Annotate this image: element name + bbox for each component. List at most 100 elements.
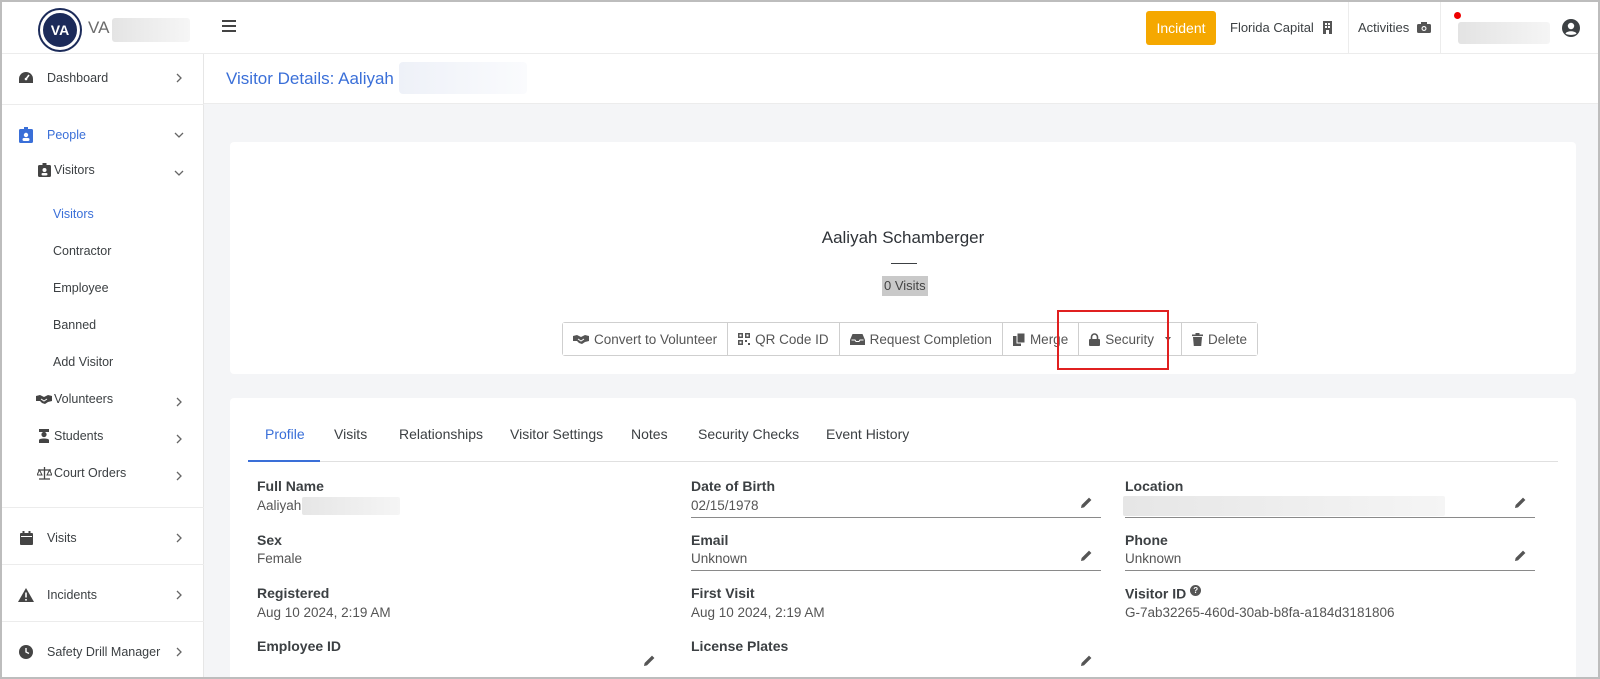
camera-icon [1417,22,1432,33]
sidebar-item-employee[interactable]: Employee [53,281,109,295]
chevron-down-icon [174,170,184,176]
warning-icon [18,587,34,603]
visits-count-badge: 0 Visits [882,276,928,296]
sidebar-item-dashboard[interactable]: Dashboard [2,60,204,96]
activities-link[interactable]: Activities [1358,20,1432,35]
sidebar-item-label: Students [54,429,104,443]
sidebar-item-volunteers[interactable]: Volunteers [2,381,204,417]
phone-value[interactable]: Unknown [1125,551,1181,566]
chevron-right-icon [176,73,182,83]
sex-value: Female [257,551,303,566]
sidebar-item-banned[interactable]: Banned [53,318,96,332]
scale-icon [36,465,52,481]
location-label: Florida Capital [1230,20,1314,35]
visitor-id-label-text: Visitor ID [1125,585,1187,602]
id-badge-icon [36,162,52,178]
name-divider [891,263,917,264]
security-highlight-box [1057,310,1169,370]
sidebar-item-add-visitor[interactable]: Add Visitor [53,355,113,369]
email-label: Email [691,532,729,548]
registered-value: Aug 10 2024, 2:19 AM [257,605,391,620]
tab-notes[interactable]: Notes [631,426,668,442]
location-selector[interactable]: Florida Capital [1230,20,1333,35]
chevron-right-icon [176,590,182,600]
brand-name: VA [88,18,110,37]
dob-label: Date of Birth [691,478,775,494]
sidebar-item-contractor[interactable]: Contractor [53,244,111,258]
user-avatar-icon[interactable] [1562,19,1580,37]
sidebar-item-label: Visitors [54,163,95,177]
request-completion-button[interactable]: Request Completion [839,323,1003,355]
tab-visits[interactable]: Visits [334,426,367,442]
qr-code-id-button[interactable]: QR Code ID [728,323,840,355]
visitor-id-label: Visitor ID? [1125,585,1202,602]
sidebar-item-visitors[interactable]: Visitors [53,207,94,221]
edit-pencil-icon[interactable] [1079,549,1093,563]
clock-icon [18,644,34,660]
sidebar-item-label: Incidents [47,588,98,602]
sidebar-item-safety-drill-manager[interactable]: Safety Drill Manager [2,634,204,670]
phone-label: Phone [1125,532,1168,548]
button-label: QR Code ID [755,331,829,347]
edit-pencil-icon[interactable] [1513,549,1527,563]
sidebar-item-people[interactable]: People [2,117,204,153]
sidebar-item-incidents[interactable]: Incidents [2,577,204,613]
page-header: Visitor Details: Aaliyah [204,54,1598,104]
visitor-details-card: Profile Visits Relationships Visitor Set… [230,398,1576,677]
chevron-right-icon [176,471,182,481]
sidebar: Dashboard People Visitors Visitors Contr… [2,54,204,677]
incident-button[interactable]: Incident [1146,11,1216,45]
building-icon [1322,21,1332,34]
chevron-right-icon [176,533,182,543]
edit-pencil-icon[interactable] [1079,496,1093,510]
delete-button[interactable]: Delete [1181,323,1258,355]
convert-to-volunteer-button[interactable]: Convert to Volunteer [563,323,729,355]
email-value[interactable]: Unknown [691,551,747,566]
tab-profile[interactable]: Profile [265,426,305,442]
tab-event-history[interactable]: Event History [826,426,909,442]
sidebar-item-visits[interactable]: Visits [2,520,204,556]
tab-visitor-settings[interactable]: Visitor Settings [510,426,603,442]
full-name-label: Full Name [257,478,324,494]
chevron-right-icon [176,647,182,657]
user-name-redacted[interactable] [1458,22,1550,44]
first-visit-label: First Visit [691,585,755,601]
location-redacted[interactable] [1123,496,1445,516]
id-badge-icon [18,127,34,143]
license-plates-label: License Plates [691,638,789,654]
notification-dot [1454,12,1461,19]
dob-value[interactable]: 02/15/1978 [691,498,759,513]
sidebar-item-visitors-group[interactable]: Visitors [2,152,204,188]
edit-pencil-icon[interactable] [642,654,656,668]
tab-security-checks[interactable]: Security Checks [698,426,799,442]
full-name-redacted [302,497,400,515]
student-icon [36,428,52,444]
sidebar-item-label: Safety Drill Manager [47,645,161,659]
page-title: Visitor Details: Aaliyah [226,69,394,88]
tab-relationships[interactable]: Relationships [399,426,483,442]
active-tab-indicator [248,460,320,462]
edit-pencil-icon[interactable] [1079,654,1093,668]
activities-label: Activities [1358,20,1410,35]
registered-label: Registered [257,585,330,601]
details-tabs: Profile Visits Relationships Visitor Set… [248,398,1558,462]
menu-toggle-icon[interactable] [222,20,236,32]
sidebar-item-label: Visits [47,531,77,545]
sidebar-item-court-orders[interactable]: Court Orders [2,455,204,491]
handshake-icon [36,391,52,407]
trash-icon [1191,332,1203,346]
chevron-down-icon [174,132,184,138]
sidebar-item-students[interactable]: Students [2,418,204,454]
calendar-icon [18,530,34,546]
app-window: VA VA Incident Florida Capital Activitie… [0,0,1600,679]
top-header: VA VA Incident Florida Capital Activitie… [2,2,1598,54]
edit-pencil-icon[interactable] [1513,496,1527,510]
visitor-summary-card: Aaliyah Schamberger 0 Visits Convert to … [230,142,1576,374]
app-logo[interactable]: VA [40,10,80,50]
qr-code-icon [738,333,751,345]
full-name-value: Aaliyah [257,498,302,513]
first-visit-value: Aug 10 2024, 2:19 AM [691,605,825,620]
employee-id-label: Employee ID [257,638,342,654]
question-circle-icon[interactable]: ? [1190,585,1202,596]
button-label: Delete [1207,331,1248,347]
